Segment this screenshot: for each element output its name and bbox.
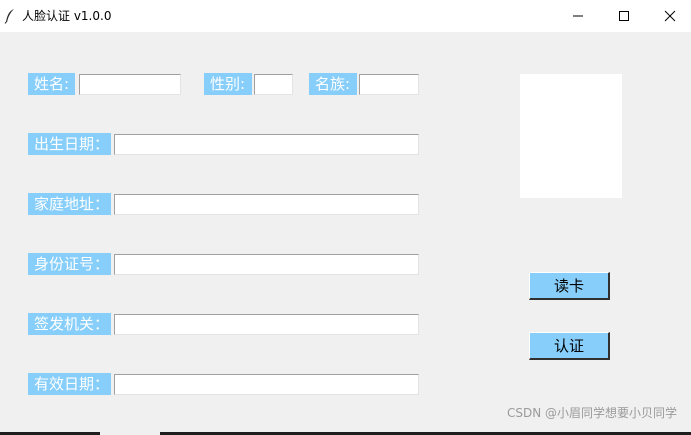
maximize-icon — [619, 11, 629, 21]
ethnicity-input[interactable] — [359, 74, 419, 95]
issuer-label: 签发机关： — [28, 313, 111, 335]
valid-date-input[interactable] — [114, 374, 419, 395]
birthdate-label: 出生日期： — [28, 133, 111, 155]
photo-box — [520, 74, 622, 198]
issuer-input[interactable] — [114, 314, 419, 335]
id-number-label: 身份证号： — [28, 253, 111, 275]
close-button[interactable] — [647, 0, 691, 32]
window-title: 人脸认证 v1.0.0 — [22, 9, 112, 23]
feather-icon — [4, 8, 16, 24]
maximize-button[interactable] — [601, 0, 647, 32]
minimize-button[interactable] — [555, 0, 601, 32]
id-number-input[interactable] — [114, 254, 419, 275]
address-input[interactable] — [114, 194, 419, 215]
address-label: 家庭地址： — [28, 193, 111, 215]
read-card-button[interactable]: 读卡 — [529, 272, 610, 300]
minimize-icon — [573, 15, 583, 17]
ethnicity-label: 名族: — [309, 73, 357, 95]
valid-date-label: 有效日期： — [28, 373, 111, 395]
name-label: 姓名: — [28, 73, 75, 95]
watermark: CSDN @小眉同学想要小贝同学 — [506, 406, 677, 420]
name-input[interactable] — [79, 74, 181, 95]
gender-input[interactable] — [254, 74, 293, 95]
close-icon — [664, 10, 676, 22]
gender-label: 性别: — [204, 73, 252, 95]
birthdate-input[interactable] — [114, 134, 419, 155]
verify-button[interactable]: 认证 — [529, 332, 610, 360]
title-bar: 人脸认证 v1.0.0 — [0, 0, 691, 32]
